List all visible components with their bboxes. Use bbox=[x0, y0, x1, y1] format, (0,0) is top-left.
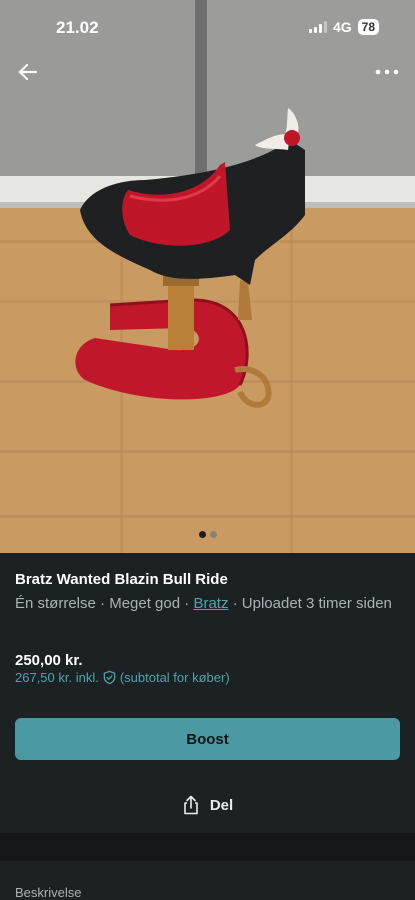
status-bar: 21.02 4G 78 bbox=[0, 0, 415, 56]
description-section: Beskrivelse bbox=[0, 861, 415, 900]
battery-badge: 78 bbox=[357, 19, 379, 35]
product-photo[interactable]: 21.02 4G 78 bbox=[0, 0, 415, 553]
arrow-left-icon bbox=[18, 63, 38, 81]
status-indicators: 4G 78 bbox=[308, 19, 379, 35]
section-divider bbox=[0, 833, 415, 861]
item-price: 250,00 kr. bbox=[15, 652, 83, 669]
network-type: 4G bbox=[332, 19, 352, 35]
item-condition: Meget god bbox=[109, 595, 181, 612]
uploaded-time: Uploadet 3 timer siden bbox=[241, 595, 392, 612]
boost-button[interactable]: Boost bbox=[15, 718, 400, 760]
separator: · bbox=[95, 595, 110, 612]
shield-check-icon bbox=[103, 670, 116, 685]
more-dots-icon bbox=[375, 69, 399, 75]
more-options-button[interactable] bbox=[373, 60, 401, 84]
signal-icon bbox=[308, 21, 327, 33]
status-time: 21.02 bbox=[56, 18, 99, 37]
item-details: Én størrelse · Meget god · Bratz · Uploa… bbox=[15, 593, 400, 615]
item-size: Én størrelse bbox=[15, 595, 96, 612]
share-icon bbox=[184, 795, 198, 815]
description-label: Beskrivelse bbox=[15, 885, 82, 900]
separator: · bbox=[228, 595, 242, 612]
item-title: Bratz Wanted Blazin Bull Ride bbox=[15, 571, 228, 588]
back-button[interactable] bbox=[14, 58, 42, 86]
carousel-dot[interactable] bbox=[210, 531, 217, 538]
brand-link[interactable]: Bratz bbox=[193, 595, 228, 612]
carousel-dots[interactable] bbox=[199, 531, 217, 538]
share-label: Del bbox=[209, 796, 234, 814]
price-incl-value: 267,50 kr. inkl. bbox=[15, 670, 99, 685]
carousel-dot-active[interactable] bbox=[199, 531, 206, 538]
separator: · bbox=[180, 595, 194, 612]
item-info-section: Bratz Wanted Blazin Bull Ride Én størrel… bbox=[0, 553, 415, 833]
share-button[interactable]: Del bbox=[0, 785, 415, 825]
price-with-protection[interactable]: 267,50 kr. inkl. (subtotal for køber) bbox=[15, 670, 230, 685]
price-incl-note: (subtotal for køber) bbox=[119, 670, 230, 685]
bull-ride-image bbox=[0, 0, 415, 553]
